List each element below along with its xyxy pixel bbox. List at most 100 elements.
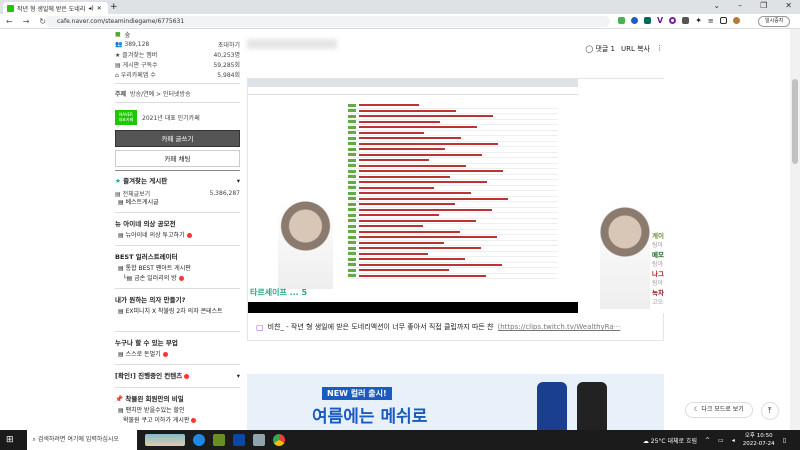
new-badge [162, 352, 168, 357]
section-header[interactable]: [확인!] 진행중인 컨텐츠 ▾ [115, 369, 240, 383]
app-icon[interactable] [252, 434, 265, 446]
browser-tab[interactable]: 작년 형 생일에 받은 도네리 ◂) ✕ [3, 2, 108, 14]
extension-icon[interactable] [669, 17, 677, 24]
stat-value: 40,253명 [213, 51, 240, 59]
comment-count: 댓글 1 [595, 45, 615, 53]
chevron-down-icon[interactable]: ▾ [237, 174, 240, 188]
dark-mode-label: 다크 모드로 보기 [701, 406, 744, 413]
back-icon[interactable]: ← [6, 17, 13, 26]
board-link[interactable]: 뉴아이네 의상 투고하기 [126, 232, 185, 239]
clip-link[interactable]: (https://clips.twitch.tv/WealthyRa··· [498, 323, 623, 331]
chair-image [537, 382, 567, 430]
cafe-chat-button[interactable]: 카페 채팅 [115, 150, 240, 167]
ad-banner[interactable]: NEW 컬러 출시! 여름에는 메쉬로 [247, 374, 664, 430]
avatar[interactable] [732, 17, 740, 24]
extension-icon[interactable] [631, 17, 638, 24]
more-icon[interactable]: ⋮ [656, 44, 663, 54]
favorites-header[interactable]: ★ 즐겨찾는 게시판 ▾ [115, 174, 240, 188]
extensions: V ✦ ≡ [618, 16, 740, 25]
tab-search-icon[interactable]: ⌄ [713, 1, 720, 10]
clock[interactable]: 오후 10:50 2022-07-24 [743, 432, 775, 448]
scrollbar[interactable] [790, 29, 800, 430]
url-input[interactable]: cafe.naver.com/steamindiegame/6775631 [45, 16, 610, 27]
ad-headline: 여름에는 메쉬로 [312, 407, 428, 427]
overlay-sub: 링아 [652, 280, 664, 287]
best-posts-link[interactable]: 베스트게시글 [126, 199, 159, 206]
invite-link[interactable]: 초대하기 [218, 40, 240, 49]
section-title: 누구나 할 수 있는 부업 [115, 339, 178, 347]
all-posts-count: 5,386,287 [209, 189, 240, 197]
award-text: 2021년 대표 인기카페 [142, 114, 200, 122]
all-posts-link[interactable]: 전체글보기 [123, 191, 151, 198]
overlay-sub: 고오급 인력들 [652, 299, 664, 306]
scroll-top-button[interactable]: ⤒ [760, 402, 779, 420]
clip-embed[interactable]: 타르세이프 ... 5 게이머는역사링아 메모짱링아 나그게임한다링아 녹차반덧… [247, 78, 664, 341]
board-link[interactable]: 팬치만 받을수있는 할인 [126, 407, 185, 414]
audio-icon[interactable]: ◂) [88, 5, 93, 12]
minecraft-icon[interactable] [212, 434, 225, 446]
topic-label: 주제 [115, 90, 127, 98]
video-list-row [348, 274, 558, 279]
board-link[interactable]: 통합 BEST 팬아트 게시판 [126, 265, 191, 272]
extension-icon[interactable]: V [657, 16, 663, 25]
stat-label: 즐겨찾는 멤버 [122, 51, 158, 59]
edge-icon[interactable] [192, 434, 205, 446]
extension-icon[interactable] [682, 17, 690, 24]
member-count: 389,128 [124, 40, 150, 48]
section-title: 내가 원하는 의자 만들기? [115, 296, 186, 304]
pause-button[interactable]: 일시중지 [758, 16, 791, 27]
minimize-button[interactable]: – [738, 1, 742, 10]
naver-badge: NAVER 대표카페 [115, 109, 137, 125]
video-player[interactable]: 타르세이프 ... 5 게이머는역사링아 메모짱링아 나그게임한다링아 녹차반덧… [248, 79, 664, 313]
weather-widget[interactable]: ☁ 25°C 대체로 흐림 [643, 436, 697, 445]
moon-icon: ☾ [694, 406, 700, 413]
board-link[interactable]: 스스로 돈벌기 [126, 351, 161, 358]
scrollbar-thumb[interactable] [792, 79, 798, 164]
chrome-icon[interactable] [272, 434, 285, 446]
write-post-button[interactable]: 카페 글쓰기 [115, 130, 240, 147]
topic-value[interactable]: 방송/연예 > 인터넷방송 [130, 89, 191, 98]
close-tab-icon[interactable]: ✕ [97, 5, 102, 12]
pin-icon: 📌 [115, 395, 124, 403]
url-copy-button[interactable]: URL 복사 [621, 44, 650, 54]
sidepanel-icon[interactable] [719, 17, 727, 24]
taskbar-search[interactable]: ⌕ 검색하려면 여기에 입력하십시오 [26, 430, 137, 450]
overlay-nick: 녹차반덧불 [652, 289, 664, 297]
new-badge [191, 418, 197, 423]
dark-mode-button[interactable]: ☾ 다크 모드로 보기 [685, 402, 753, 418]
time: 오후 10:50 [744, 433, 773, 439]
search-highlight-image [144, 434, 185, 446]
tab-bar: 작년 형 생일에 받은 도네리 ◂) ✕ + ⌄ – ❐ ✕ [0, 0, 800, 14]
board-link[interactable]: 왁물원 쿠고 이하가 게시판 [123, 417, 189, 424]
new-badge [184, 373, 190, 379]
new-tab-button[interactable]: + [110, 2, 118, 12]
clip-caption[interactable]: ▢ 비챤_ - 작년 형 생일에 받은 도네리액션이 너무 좋아서 직접 클립까지… [248, 313, 664, 341]
star-icon: ★ [115, 177, 121, 185]
extension-icon[interactable] [644, 17, 651, 24]
puzzle-icon[interactable]: ✦ [695, 16, 702, 25]
new-badge [186, 233, 192, 238]
stat-value: 5,984회 [217, 71, 240, 79]
maximize-button[interactable]: ❐ [760, 1, 767, 10]
vscode-icon[interactable] [232, 434, 245, 446]
cafe-level: 숲 [124, 31, 131, 39]
network-icon[interactable]: ▭ [718, 437, 724, 444]
board-link[interactable]: 금손 일러리의 방 [134, 275, 176, 282]
close-window-button[interactable]: ✕ [785, 1, 792, 10]
forward-icon[interactable]: → [23, 17, 30, 26]
chair-image [577, 382, 607, 430]
tray-arrow-icon[interactable]: ^ [705, 437, 710, 444]
extension-icon[interactable] [618, 17, 625, 24]
chevron-down-icon[interactable]: ▾ [237, 369, 240, 383]
level-icon: ■ [115, 30, 121, 38]
overlay-sub: 링아 [652, 242, 664, 249]
media-icon[interactable]: ≡ [708, 17, 714, 25]
comment-button[interactable]: ◯ 댓글 1 [585, 44, 615, 54]
naver-cafe-favicon [7, 4, 14, 12]
notification-icon[interactable]: ▯ [783, 437, 786, 444]
windows-start-icon[interactable]: ⊞ [6, 435, 14, 445]
overlay-sub: 링아 [652, 261, 664, 268]
volume-icon[interactable]: ◂ [732, 437, 735, 444]
favorites-title: 즐겨찾는 게시판 [123, 177, 168, 185]
board-link[interactable]: EX피니치 X 착불링 2차 의자 콘테스트 [126, 308, 223, 315]
